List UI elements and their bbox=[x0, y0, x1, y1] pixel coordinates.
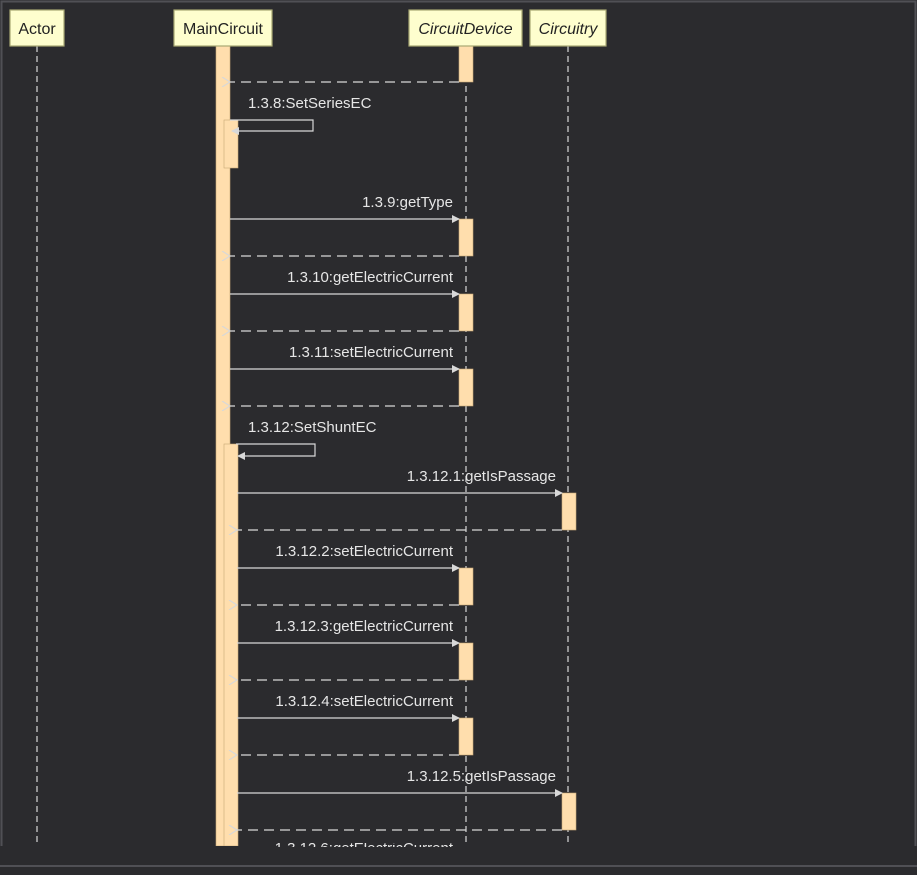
message-label: 1.3.12.5:getIsPassage bbox=[407, 768, 556, 785]
activation-circuitry bbox=[561, 492, 577, 531]
activation-device bbox=[458, 567, 474, 606]
sequence-diagram: Actor MainCircuit CircuitDevice Circuitry 1.… bbox=[0, 0, 917, 872]
message-label: 1.3.12.2:setElectricCurrent bbox=[275, 543, 453, 560]
diagram-canvas: Actor MainCircuit CircuitDevice Circuitry 1.… bbox=[0, 0, 917, 872]
message-label: 1.3.11:setElectricCurrent bbox=[289, 344, 454, 361]
activation-main-nested-shunt bbox=[223, 443, 239, 847]
activation-device bbox=[458, 717, 474, 756]
message-label: 1.3.12:SetShuntEC bbox=[248, 419, 377, 436]
message-label: 1.3.12.4:setElectricCurrent bbox=[275, 693, 453, 710]
message-label: 1.3.10:getElectricCurrent bbox=[287, 269, 454, 286]
participant-label-circuitry: Circuitry bbox=[539, 21, 599, 38]
activation-device bbox=[458, 293, 474, 332]
message-label: 1.3.12.3:getElectricCurrent bbox=[275, 618, 454, 635]
activation-device bbox=[458, 218, 474, 257]
activation-device bbox=[458, 642, 474, 681]
participant-label-main: MainCircuit bbox=[183, 21, 264, 38]
message-label: 1.3.8:SetSeriesEC bbox=[248, 95, 372, 112]
activation-device bbox=[458, 45, 474, 83]
diagram-frame bbox=[0, 0, 917, 868]
message-label: 1.3.12.1:getIsPassage bbox=[407, 468, 556, 485]
self-message-arrow bbox=[236, 443, 316, 460]
activation-main-nested-series bbox=[223, 119, 239, 169]
activation-device bbox=[458, 368, 474, 407]
activation-circuitry bbox=[561, 792, 577, 831]
self-message-arrow bbox=[230, 119, 314, 135]
participant-label-actor: Actor bbox=[18, 21, 56, 38]
message-label: 1.3.9:getType bbox=[362, 194, 453, 211]
participant-label-device: CircuitDevice bbox=[418, 21, 512, 38]
